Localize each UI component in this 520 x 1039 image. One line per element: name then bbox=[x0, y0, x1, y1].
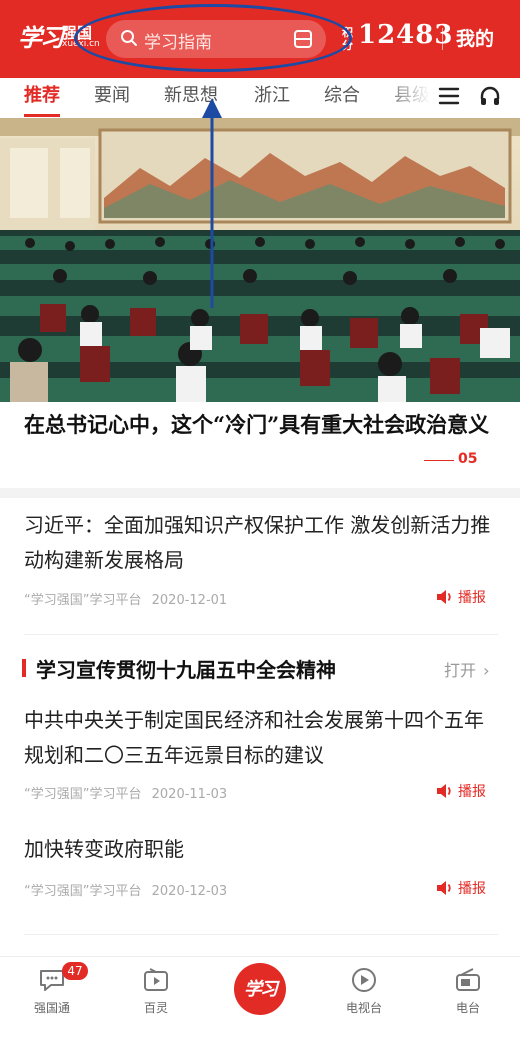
play-button[interactable]: 播报 bbox=[436, 878, 486, 898]
play-circle-icon bbox=[352, 968, 376, 992]
play-button[interactable]: 播报 bbox=[436, 587, 486, 607]
play-label: 播报 bbox=[458, 881, 486, 897]
article-source: “学习强国”学习平台 bbox=[24, 787, 142, 802]
center-button-label: 学习 bbox=[244, 979, 278, 1000]
tab-general[interactable]: 综合 bbox=[324, 81, 360, 107]
header-divider bbox=[442, 28, 443, 50]
divider bbox=[24, 934, 498, 935]
section-open-label: 打开 bbox=[444, 661, 477, 680]
radio-icon bbox=[456, 968, 480, 991]
bottom-nav: 强国通 47 百灵 学习 电视台 电台 bbox=[0, 956, 520, 1039]
nav-label: 电台 bbox=[455, 1001, 480, 1015]
article-meta: “学习强国”学习平台 2020-12-01 bbox=[24, 589, 227, 608]
hero-page-line bbox=[424, 460, 454, 461]
article-date: 2020-11-03 bbox=[151, 787, 228, 802]
article-source: “学习强国”学习平台 bbox=[24, 884, 142, 899]
nav-radio[interactable]: 电台 bbox=[438, 965, 498, 1016]
speaker-icon bbox=[437, 590, 451, 604]
unread-badge: 47 bbox=[62, 962, 88, 980]
section-marker bbox=[22, 659, 26, 677]
nav-label: 电视台 bbox=[345, 1001, 382, 1015]
section-article-meta: “学习强国”学习平台 2020-11-03 bbox=[24, 783, 227, 802]
article-title[interactable]: 习近平：全面加强知识产权保护工作 激发创新活力推动构建新发展格局 bbox=[24, 508, 498, 578]
xuexi-center-button[interactable]: 学习 bbox=[234, 963, 286, 1015]
meeting-photo bbox=[0, 118, 520, 402]
section-title: 学习宣传贯彻十九届五中全会精神 bbox=[36, 658, 336, 682]
play-label: 播报 bbox=[458, 784, 486, 800]
menu-icon[interactable] bbox=[438, 86, 460, 106]
play-box-icon bbox=[144, 968, 168, 991]
tabs-fade bbox=[380, 78, 430, 114]
logo-main-text: 学习 bbox=[18, 23, 64, 52]
nav-bailing[interactable]: 百灵 bbox=[126, 965, 186, 1016]
tab-news[interactable]: 要闻 bbox=[94, 81, 130, 107]
nav-tv[interactable]: 电视台 bbox=[334, 965, 394, 1016]
section-gap bbox=[0, 488, 520, 498]
nav-label: 百灵 bbox=[143, 1001, 168, 1015]
section-article-title[interactable]: 中共中央关于制定国民经济和社会发展第十四个五年规划和二〇三五年远景目标的建议 bbox=[24, 703, 498, 773]
mine-button[interactable]: 我的 bbox=[456, 24, 494, 51]
annotation-circle bbox=[74, 4, 352, 72]
headphones-icon[interactable] bbox=[478, 84, 502, 108]
section-article-title[interactable]: 加快转变政府职能 bbox=[24, 832, 498, 867]
article-date: 2020-12-01 bbox=[151, 593, 228, 608]
play-label: 播报 bbox=[458, 590, 486, 606]
hero-photo[interactable] bbox=[0, 118, 520, 402]
article-source: “学习强国”学习平台 bbox=[24, 593, 142, 608]
annotation-arrow bbox=[202, 98, 222, 308]
divider bbox=[24, 634, 498, 635]
section-open-link[interactable]: 打开 › bbox=[444, 657, 490, 681]
tab-zhejiang[interactable]: 浙江 bbox=[254, 81, 290, 107]
chevron-right-icon: › bbox=[483, 661, 490, 680]
channel-tabs: 推荐 要闻 新思想 浙江 综合 县级 bbox=[0, 78, 520, 118]
tab-recommend[interactable]: 推荐 bbox=[24, 81, 60, 107]
article-date: 2020-12-03 bbox=[151, 884, 228, 899]
active-tab-indicator bbox=[24, 114, 60, 117]
speaker-icon bbox=[437, 881, 451, 895]
hero-title: 在总书记心中，这个“冷门”具有重大社会政治意义 bbox=[24, 412, 490, 437]
section-article-meta: “学习强国”学习平台 2020-12-03 bbox=[24, 880, 227, 899]
play-button[interactable]: 播报 bbox=[436, 781, 486, 801]
app-screen: 学习 强国 xuexi.cn 学习指南 积分 12483 我的 推荐 要闻 新思… bbox=[0, 0, 520, 1039]
speaker-icon bbox=[437, 784, 451, 798]
nav-label: 强国通 bbox=[33, 1001, 70, 1015]
hero-page-number: 05 bbox=[458, 451, 478, 467]
hero-caption[interactable]: 在总书记心中，这个“冷门”具有重大社会政治意义 05 bbox=[0, 402, 520, 488]
score-value[interactable]: 12483 bbox=[358, 20, 453, 50]
